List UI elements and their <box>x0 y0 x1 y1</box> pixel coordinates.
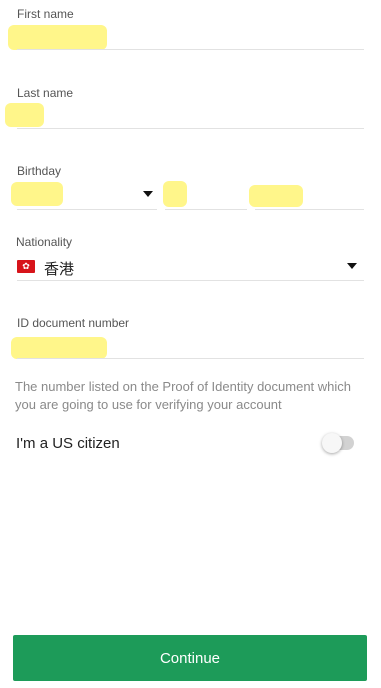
id-document-input[interactable] <box>11 337 107 359</box>
chevron-down-icon <box>143 191 153 197</box>
toggle-knob <box>322 433 342 453</box>
nationality-value: 香港 <box>44 261 75 278</box>
id-document-label: ID document number <box>17 316 130 330</box>
us-citizen-label: I'm a US citizen <box>16 435 120 452</box>
chevron-down-icon <box>347 263 357 269</box>
first-name-underline <box>17 49 364 50</box>
birthday-label: Birthday <box>17 164 62 178</box>
first-name-label: First name <box>17 7 74 21</box>
birthday-day-input[interactable] <box>163 181 187 207</box>
nationality-label: Nationality <box>16 235 73 249</box>
personal-info-form: First name Last name Birthday Nationalit… <box>0 0 381 688</box>
last-name-input[interactable] <box>5 103 44 127</box>
continue-button[interactable]: Continue <box>13 635 367 681</box>
nationality-underline <box>17 280 364 281</box>
last-name-label: Last name <box>17 86 74 100</box>
hong-kong-flag-icon: ✿ <box>17 260 35 273</box>
birthday-day-underline <box>165 209 247 210</box>
first-name-input[interactable] <box>8 25 107 50</box>
id-document-underline <box>17 358 364 359</box>
id-document-hint: The number listed on the Proof of Identi… <box>15 379 352 412</box>
birthday-month-value <box>11 182 63 206</box>
birthday-year-input[interactable] <box>249 185 303 207</box>
birthday-month-underline <box>17 209 157 210</box>
birthday-year-underline <box>255 209 364 210</box>
last-name-underline <box>17 128 364 129</box>
